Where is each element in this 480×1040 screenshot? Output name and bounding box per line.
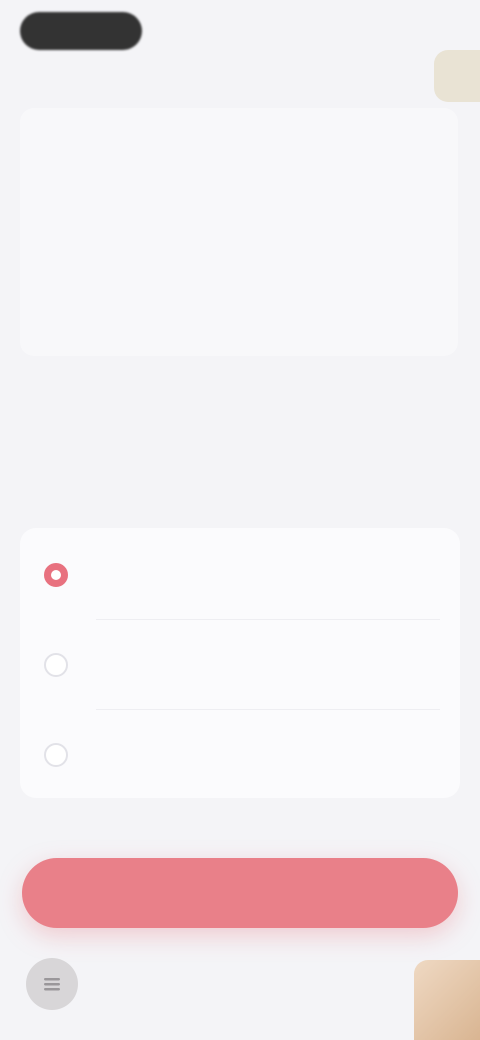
- description-card: [20, 108, 458, 356]
- status-pill: [20, 12, 142, 50]
- option-3[interactable]: [20, 710, 460, 800]
- option-2[interactable]: [20, 620, 460, 710]
- radio-unchecked-icon[interactable]: [44, 743, 68, 767]
- menu-glyph: [44, 978, 60, 991]
- primary-cta-button[interactable]: [22, 858, 458, 928]
- thumbnail[interactable]: [414, 960, 480, 1040]
- menu-icon[interactable]: [26, 958, 78, 1010]
- option-1[interactable]: [20, 530, 460, 620]
- avatar[interactable]: [434, 50, 480, 102]
- radio-checked-icon[interactable]: [44, 563, 68, 587]
- radio-unchecked-icon[interactable]: [44, 653, 68, 677]
